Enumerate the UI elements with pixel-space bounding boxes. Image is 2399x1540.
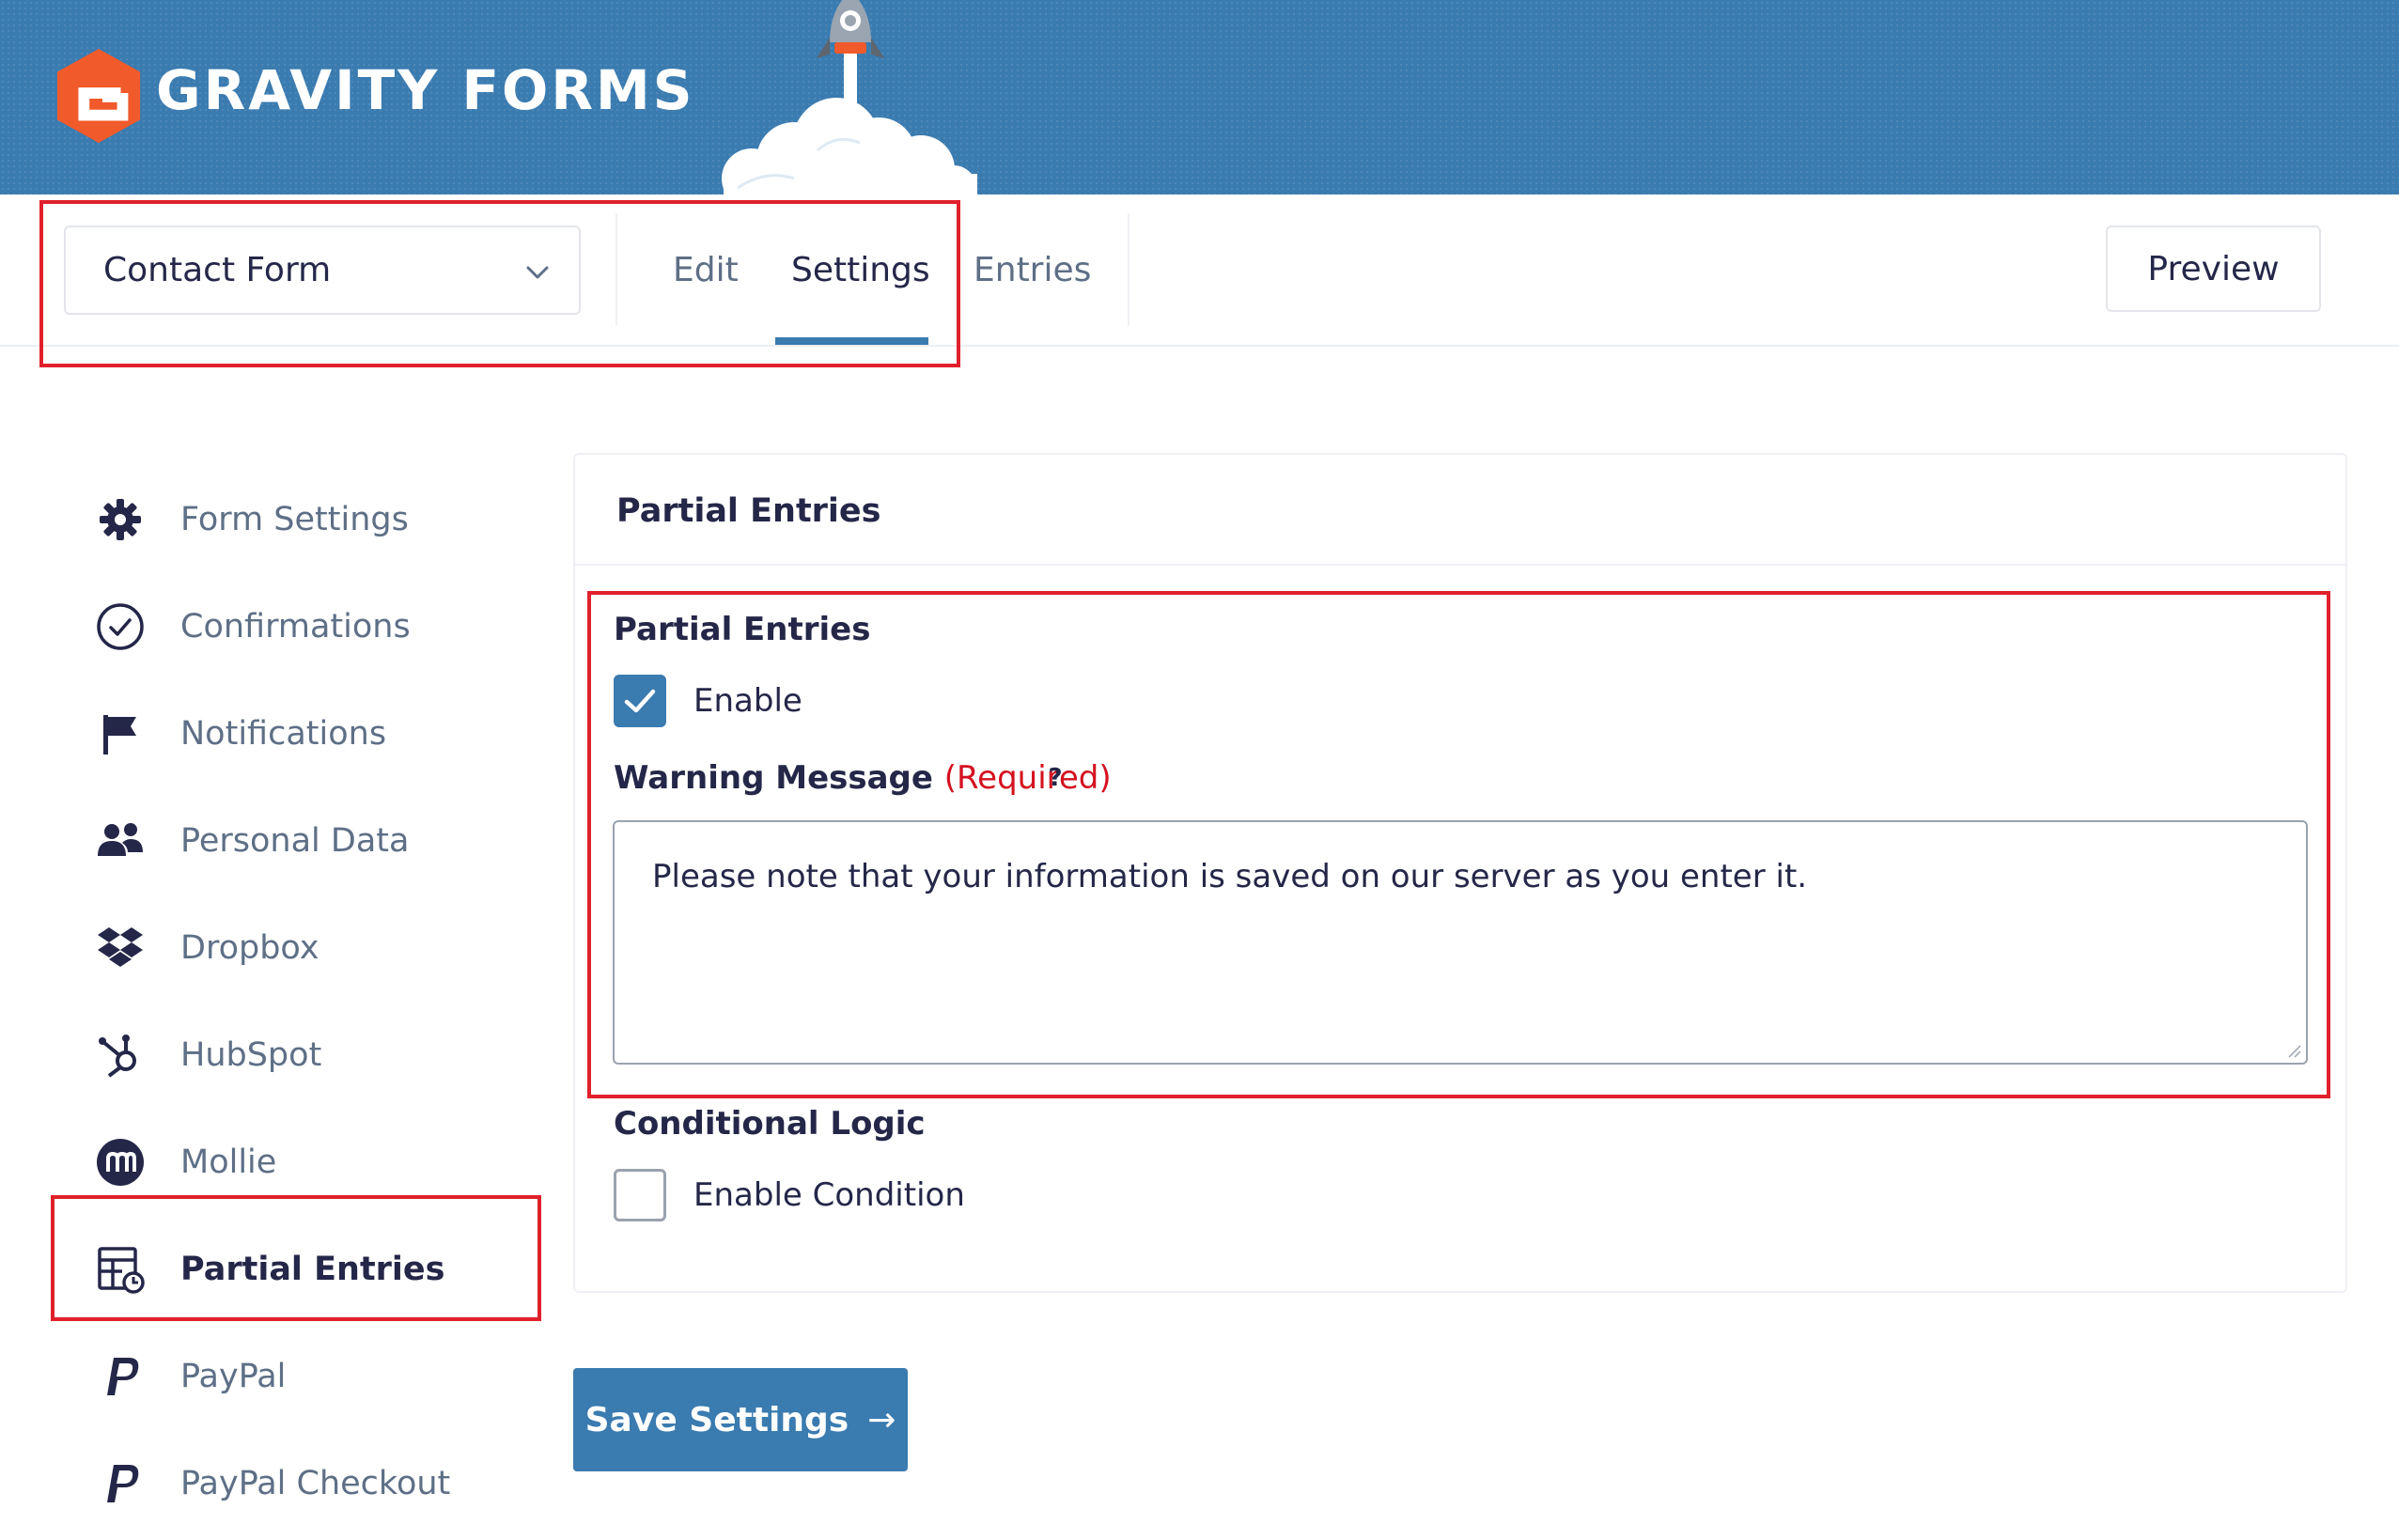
tab-settings[interactable]: Settings (791, 251, 930, 289)
enable-partial-entries-checkbox[interactable] (614, 675, 666, 727)
sidebar-item-personal-data[interactable]: Personal Data (56, 799, 545, 883)
sidebar-item-form-settings[interactable]: Form Settings (56, 477, 545, 562)
preview-button[interactable]: Preview (2106, 226, 2321, 312)
gravity-forms-logo-icon (56, 49, 141, 143)
panel-header: Partial Entries (575, 455, 2345, 566)
save-settings-label: Save Settings (584, 1400, 849, 1439)
sidebar-item-label: Notifications (180, 715, 387, 753)
sidebar-item-label: Personal Data (180, 822, 410, 860)
rocket-illustration-icon (722, 0, 977, 194)
page: GRAVITY FORMS Contact Form Edit Settings… (0, 0, 2399, 1540)
tab-entries[interactable]: Entries (974, 251, 1091, 289)
checkmark-icon (624, 689, 656, 713)
save-settings-button[interactable]: Save Settings → (573, 1368, 908, 1471)
sidebar-item-confirmations[interactable]: Confirmations (56, 584, 545, 669)
nav-divider (1128, 213, 1129, 326)
enable-label: Enable (693, 682, 802, 720)
sidebar-item-notifications[interactable]: Notifications (56, 692, 545, 776)
sidebar-item-dropbox[interactable]: Dropbox (56, 906, 545, 990)
sidebar-item-label: Form Settings (180, 501, 409, 538)
brand-name: GRAVITY FORMS (156, 58, 695, 122)
sidebar-item-mollie[interactable]: Mollie (56, 1120, 545, 1205)
partial-entries-icon (94, 1243, 147, 1296)
nav-divider (615, 213, 617, 326)
sidebar-item-label: Partial Entries (180, 1251, 445, 1288)
warning-message-textarea[interactable]: Please note that your information is sav… (613, 820, 2308, 1065)
warning-message-text: Warning Message (614, 759, 933, 797)
people-icon (94, 815, 147, 867)
hubspot-icon (94, 1029, 147, 1081)
arrow-right-icon: → (867, 1400, 896, 1439)
enable-condition-label: Enable Condition (693, 1176, 965, 1214)
resize-handle-icon[interactable] (2285, 1042, 2302, 1059)
sidebar-item-label: PayPal (180, 1358, 287, 1395)
dropbox-icon (94, 922, 147, 974)
sidebar-item-paypal[interactable]: PayPal (56, 1334, 545, 1419)
required-indicator: (Required) (943, 759, 1112, 797)
mollie-icon (94, 1136, 147, 1189)
gear-icon (94, 493, 147, 546)
enable-condition-checkbox[interactable] (614, 1169, 666, 1221)
form-select-label: Contact Form (103, 251, 332, 289)
header-banner: GRAVITY FORMS (0, 0, 2399, 194)
active-tab-indicator (775, 337, 928, 345)
sidebar-item-label: HubSpot (180, 1036, 322, 1074)
chevron-down-icon (526, 266, 549, 279)
sidebar-item-partial-entries[interactable]: Partial Entries (56, 1227, 545, 1312)
panel-title: Partial Entries (616, 492, 881, 530)
sidebar-item-hubspot[interactable]: HubSpot (56, 1013, 545, 1097)
sidebar-item-label: Confirmations (180, 608, 411, 646)
form-select-dropdown[interactable]: Contact Form (64, 226, 581, 315)
paypal-icon (94, 1350, 147, 1403)
flag-icon (94, 708, 147, 760)
paypal-icon (94, 1457, 147, 1510)
check-circle-icon (94, 600, 147, 653)
conditional-logic-label: Conditional Logic (614, 1105, 926, 1143)
help-tooltip-icon[interactable]: ? (1036, 759, 1074, 797)
tab-edit[interactable]: Edit (673, 251, 739, 289)
sidebar-item-paypal-checkout[interactable]: PayPal Checkout (56, 1441, 545, 1526)
partial-entries-label: Partial Entries (614, 611, 871, 648)
sidebar-item-label: Dropbox (180, 929, 319, 967)
form-toolbar: Contact Form Edit Settings Entries Previ… (0, 194, 2399, 347)
sidebar-item-label: Mollie (180, 1143, 277, 1181)
sidebar-item-label: PayPal Checkout (180, 1465, 451, 1502)
warning-message-value: Please note that your information is sav… (652, 858, 1808, 895)
